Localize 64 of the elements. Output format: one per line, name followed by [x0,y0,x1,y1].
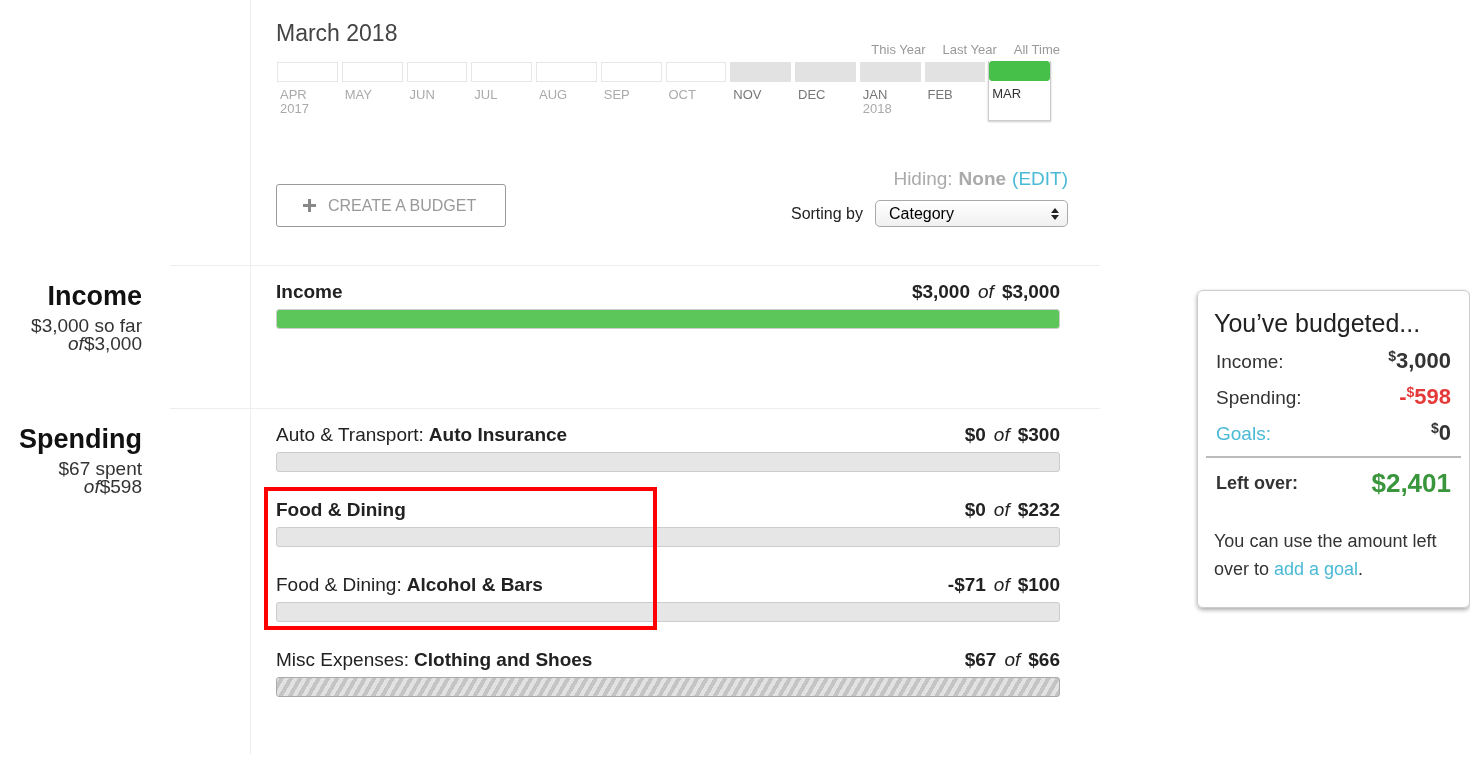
budget-total: $232 [1017,499,1060,521]
left-over-label: Left over: [1216,473,1298,494]
section-total: of$598 [83,478,142,496]
month-tab[interactable]: MAR [988,61,1051,121]
of-label: of [993,574,1010,596]
page-title: March 2018 [276,20,398,47]
budget-name: Alcohol & Bars [406,574,543,596]
month-tab[interactable]: AUG [535,61,598,121]
goals-link[interactable]: Goals: [1216,423,1271,445]
budget-total: $3,000 [1001,281,1060,303]
hiding-value: None [958,168,1007,190]
summary-value: $0 [1430,420,1451,446]
of-label: of [993,499,1010,521]
budget-amount: $3,000 [911,281,970,303]
budget-amount: $67 [964,649,997,671]
category-label: Food & Dining: [276,574,402,596]
summary-value: $3,000 [1388,348,1451,374]
summary-value: -$598 [1399,384,1451,410]
budget-amount: -$71 [947,574,986,596]
month-tab[interactable]: DEC [794,61,857,121]
card-note: You can use the amount left over to add a goal. [1214,530,1438,581]
edit-link[interactable]: (EDIT) [1012,168,1068,190]
budget-name: Income [276,281,343,303]
budget-total: $300 [1017,424,1060,446]
section-title: Spending [18,423,142,456]
budget-amount: $0 [964,424,986,446]
hiding-label: Hiding: [893,168,953,190]
budget-total: $100 [1017,574,1060,596]
month-tab[interactable]: OCT [664,61,728,121]
range-link[interactable]: All Time [1013,42,1060,57]
add-goal-link[interactable]: add a goal [1274,559,1359,579]
budget-amount: $0 [964,499,986,521]
category-label: Misc Expenses: [276,649,410,671]
section-title: Income [46,280,142,313]
budget-total: $66 [1028,649,1060,671]
summary-label: Spending: [1216,387,1302,409]
budget-name: Auto Insurance [428,424,568,446]
month-tab[interactable]: NOV [729,61,792,121]
sort-select[interactable]: Category [875,200,1068,227]
card-title: You’ve budgeted... [1214,309,1422,338]
plus-icon [303,199,316,212]
month-tab[interactable]: APR 2017 [276,61,339,121]
range-link[interactable]: This Year [871,42,926,57]
month-tab[interactable]: JAN 2018 [858,61,922,121]
month-tab[interactable]: JUL [470,61,533,121]
left-over-value: $2,401 [1371,468,1451,499]
category-label: Auto & Transport: [276,424,424,446]
of-label: of [1004,649,1021,671]
month-tab[interactable]: FEB [923,61,987,121]
month-tab[interactable]: SEP [599,61,663,121]
updown-icon [1051,207,1059,220]
of-label: of [978,281,994,303]
create-budget-button[interactable]: CREATE A BUDGET [276,184,506,227]
month-tab[interactable]: MAY [340,61,404,121]
summary-label: Income: [1216,351,1284,373]
budget-name: Clothing and Shoes [414,649,593,671]
month-tab[interactable]: JUN [405,61,469,121]
section-summary: $3,000 so far [30,317,142,335]
section-summary: $67 spent [57,460,142,478]
sorting-label: Sorting by [790,204,863,223]
section-total: of$3,000 [68,335,142,353]
budget-name: Food & Dining [276,499,406,521]
range-link[interactable]: Last Year [942,42,997,57]
of-label: of [993,424,1010,446]
